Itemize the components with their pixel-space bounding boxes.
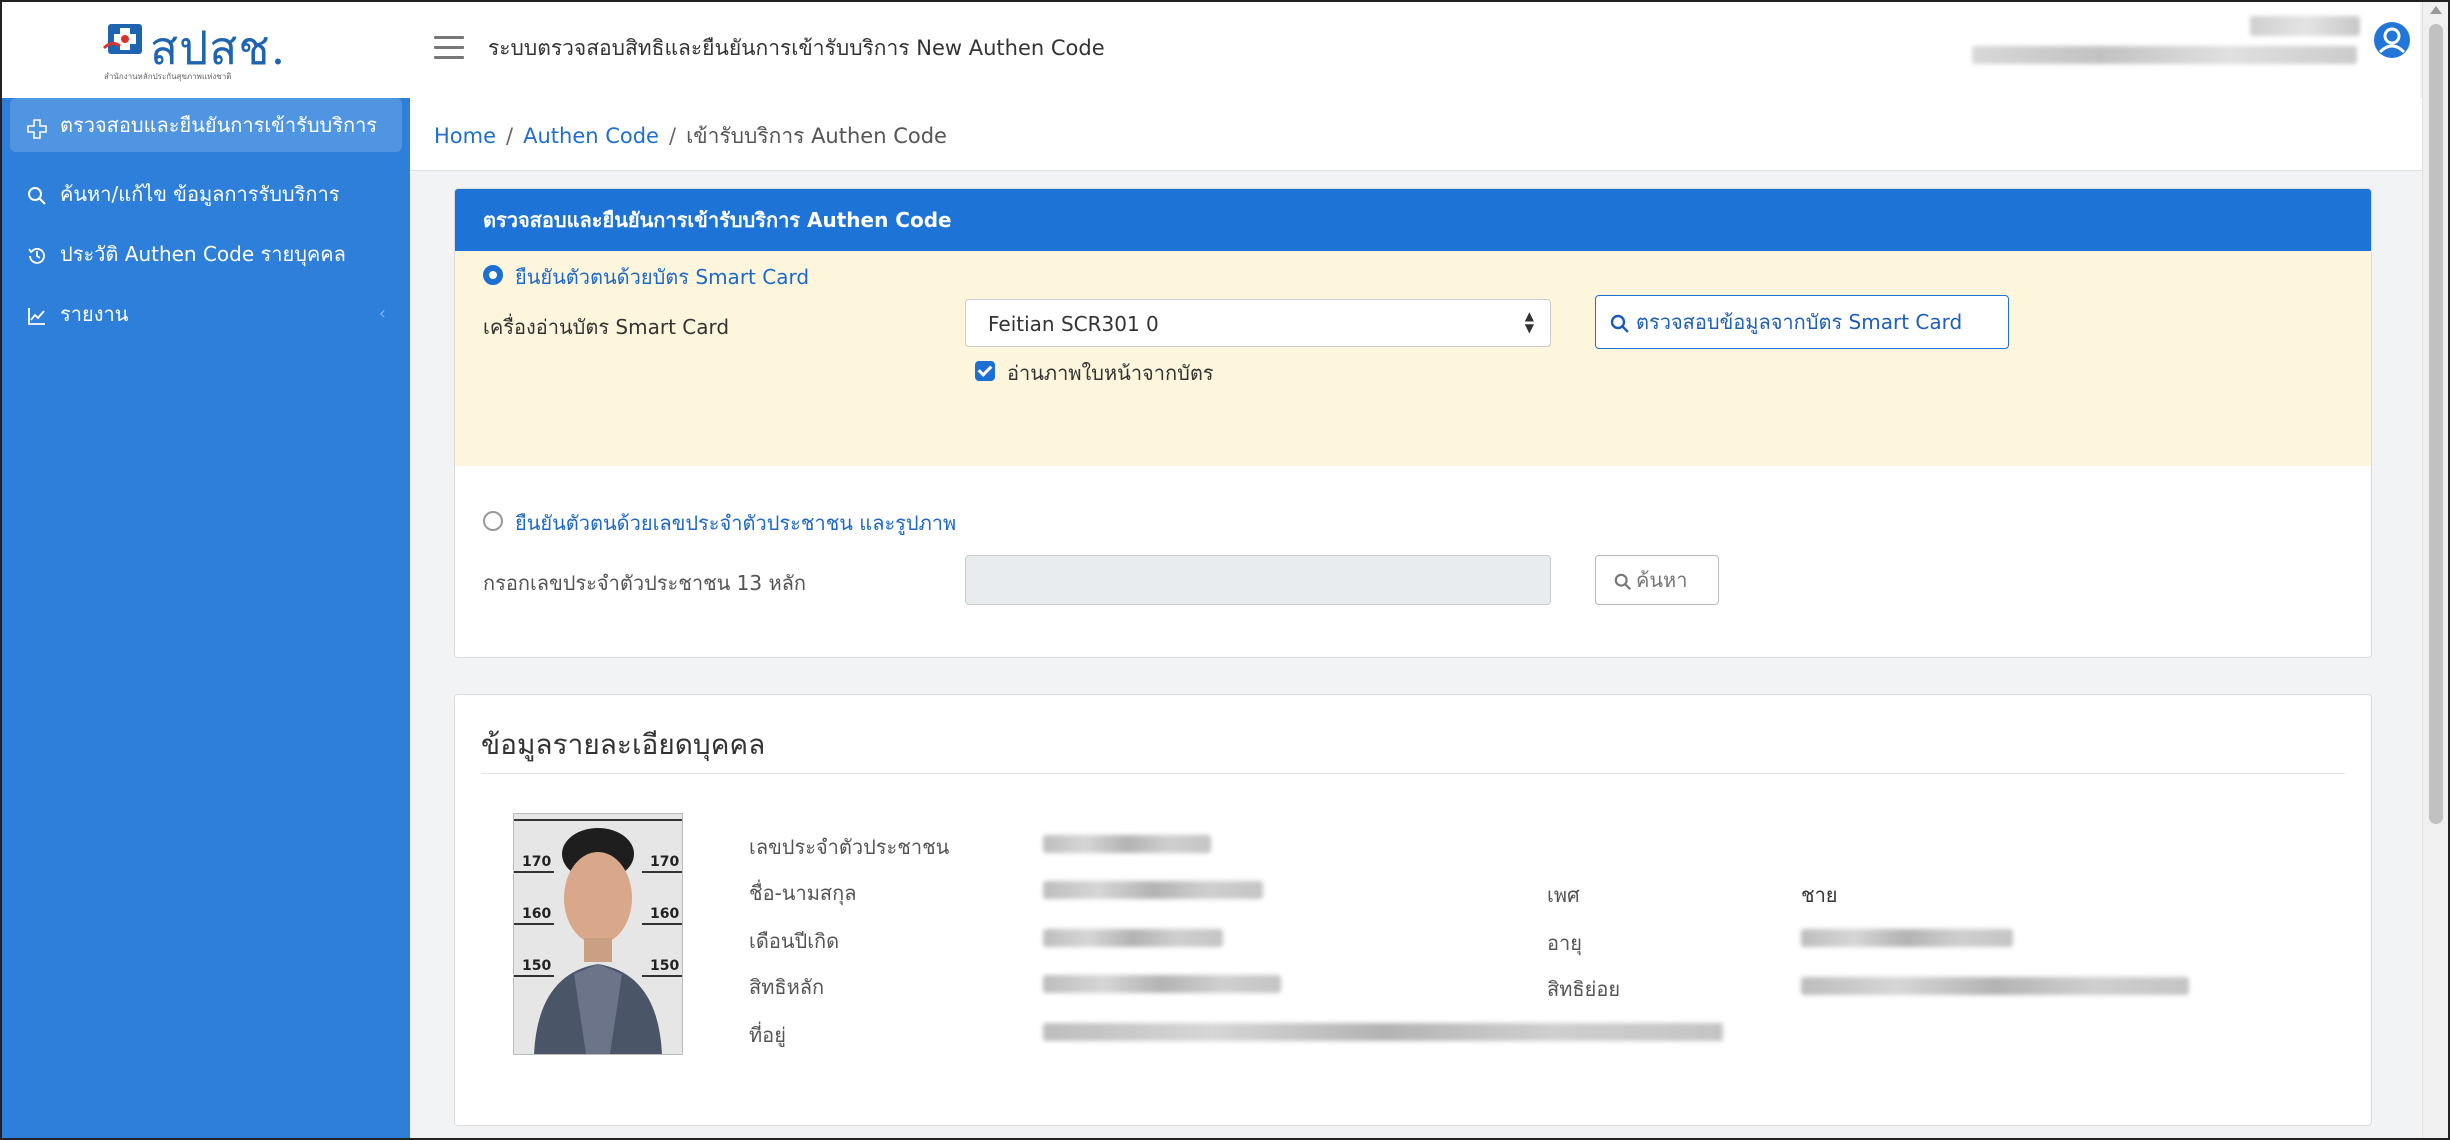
smartcard-option-label[interactable]: ยืนยันตัวตนด้วยบัตร Smart Card xyxy=(515,261,809,293)
age-label: อายุ xyxy=(1547,931,1582,955)
sidebar-item-search-edit[interactable]: ค้นหา/แก้ไข ข้อมูลการรับบริการ xyxy=(2,164,410,224)
height-mark: 160 xyxy=(522,906,551,922)
search-icon xyxy=(1610,314,1629,333)
top-bar: สปสช. สำนักงานหลักประกันสุขภาพแห่งชาติ ร… xyxy=(2,2,2420,99)
fullname-field-label: ชื่อ-นามสกุล xyxy=(749,881,857,905)
birth-month-year-value-redacted xyxy=(1043,929,1223,947)
sub-right-label: สิทธิย่อย xyxy=(1547,977,1621,1001)
citizen-id-field-label: เลขประจำตัวประชาชน xyxy=(749,835,950,859)
citizen-id-input[interactable] xyxy=(965,555,1551,605)
sub-right-value-redacted xyxy=(1801,977,2189,995)
search-icon xyxy=(26,164,48,224)
main-right-value-redacted xyxy=(1043,975,1281,993)
sidebar-item-report[interactable]: รายงาน ‹ xyxy=(2,284,410,344)
user-name-redacted xyxy=(2250,16,2360,36)
app-window: สปสช. สำนักงานหลักประกันสุขภาพแห่งชาติ ร… xyxy=(0,0,2450,1140)
gender-value: ชาย xyxy=(1801,883,1838,907)
height-mark: 150 xyxy=(522,958,551,974)
check-smartcard-button[interactable]: ตรวจสอบข้อมูลจากบัตร Smart Card xyxy=(1595,295,2009,349)
breadcrumb-authen-code[interactable]: Authen Code xyxy=(523,124,659,148)
height-mark: 170 xyxy=(522,854,551,870)
search-icon xyxy=(1614,573,1631,590)
user-unit-redacted xyxy=(1972,46,2357,64)
scrollbar-thumb[interactable] xyxy=(2429,24,2443,824)
sidebar-item-label: รายงาน xyxy=(60,302,129,326)
nhso-logo[interactable]: สปสช. สำนักงานหลักประกันสุขภาพแห่งชาติ xyxy=(102,16,322,86)
read-photo-label[interactable]: อ่านภาพใบหน้าจากบัตร xyxy=(1007,357,1214,389)
verify-card-title: ตรวจสอบและยืนยันการเข้ารับบริการ Authen … xyxy=(455,189,2371,251)
smartcard-section: ยืนยันตัวตนด้วยบัตร Smart Card เครื่องอ่… xyxy=(455,251,2371,466)
person-details-title: ข้อมูลรายละเอียดบุคคล xyxy=(481,728,766,761)
person-photo: 170 170 160 160 150 150 xyxy=(513,813,683,1055)
sidebar-item-label: ประวัติ Authen Code รายบุคคล xyxy=(60,242,346,266)
sidebar: ตรวจสอบและยืนยันการเข้ารับบริการ ค้นหา/แ… xyxy=(2,98,410,1138)
search-button[interactable]: ค้นหา xyxy=(1595,555,1719,605)
select-arrows-icon: ▲ ▼ xyxy=(1524,309,1534,335)
age-value-redacted xyxy=(1801,929,2013,947)
gender-label: เพศ xyxy=(1547,883,1580,907)
reader-select[interactable]: Feitian SCR301 0 ▲ ▼ xyxy=(965,299,1551,347)
breadcrumb: Home / Authen Code / เข้ารับบริการ Authen Co… xyxy=(410,98,2422,171)
breadcrumb-current: เข้ารับบริการ Authen Code xyxy=(686,124,947,148)
verify-card: ตรวจสอบและยืนยันการเข้ารับบริการ Authen … xyxy=(454,188,2372,658)
app-title: ระบบตรวจสอบสิทธิและยืนยันการเข้ารับบริกา… xyxy=(488,36,1105,60)
chart-line-icon xyxy=(26,284,48,344)
check-smartcard-button-label: ตรวจสอบข้อมูลจากบัตร Smart Card xyxy=(1636,310,1963,334)
citizen-id-value-redacted xyxy=(1043,835,1211,853)
smartcard-radio[interactable] xyxy=(483,265,503,285)
sidebar-item-label: ตรวจสอบและยืนยันการเข้ารับบริการ xyxy=(60,113,378,137)
birth-month-year-label: เดือนปีเกิด xyxy=(749,929,840,953)
citizen-id-radio[interactable] xyxy=(483,511,503,531)
address-label: ที่อยู่ xyxy=(749,1023,786,1047)
citizen-id-option-label[interactable]: ยืนยันตัวตนด้วยเลขประจำตัวประชาชน และรูป… xyxy=(515,507,956,539)
page-scrollbar[interactable] xyxy=(2422,2,2448,1138)
chevron-left-icon: ‹ xyxy=(378,303,386,324)
menu-toggle-icon[interactable] xyxy=(434,36,464,60)
height-mark: 150 xyxy=(650,958,679,974)
sidebar-item-verify-service[interactable]: ตรวจสอบและยืนยันการเข้ารับบริการ xyxy=(10,98,402,152)
reader-label: เครื่องอ่านบัตร Smart Card xyxy=(483,315,730,339)
search-button-label: ค้นหา xyxy=(1636,568,1688,592)
breadcrumb-separator: / xyxy=(668,124,677,148)
reader-selected-value: Feitian SCR301 0 xyxy=(988,312,1159,336)
sidebar-item-label: ค้นหา/แก้ไข ข้อมูลการรับบริการ xyxy=(60,182,340,206)
plus-cross-icon xyxy=(26,110,48,140)
sidebar-item-history[interactable]: ประวัติ Authen Code รายบุคคล xyxy=(2,224,410,284)
logo-subtitle: สำนักงานหลักประกันสุขภาพแห่งชาติ xyxy=(104,72,232,81)
breadcrumb-home[interactable]: Home xyxy=(434,124,496,148)
main-right-label: สิทธิหลัก xyxy=(749,975,825,999)
read-photo-checkbox[interactable] xyxy=(975,361,995,381)
fullname-value-redacted xyxy=(1043,881,1263,899)
user-avatar-icon[interactable] xyxy=(2374,22,2410,58)
history-icon xyxy=(26,224,48,284)
scroll-up-icon[interactable] xyxy=(2430,6,2442,14)
address-value-redacted xyxy=(1043,1023,1723,1041)
height-mark: 160 xyxy=(650,906,679,922)
height-mark: 170 xyxy=(650,854,679,870)
divider xyxy=(481,773,2345,774)
breadcrumb-separator: / xyxy=(506,124,514,148)
nhso-logo-icon xyxy=(102,24,142,54)
citizen-id-label: กรอกเลขประจำตัวประชาชน 13 หลัก xyxy=(483,571,807,595)
person-details-card: ข้อมูลรายละเอียดบุคคล 170 170 160 160 15… xyxy=(454,694,2372,1126)
